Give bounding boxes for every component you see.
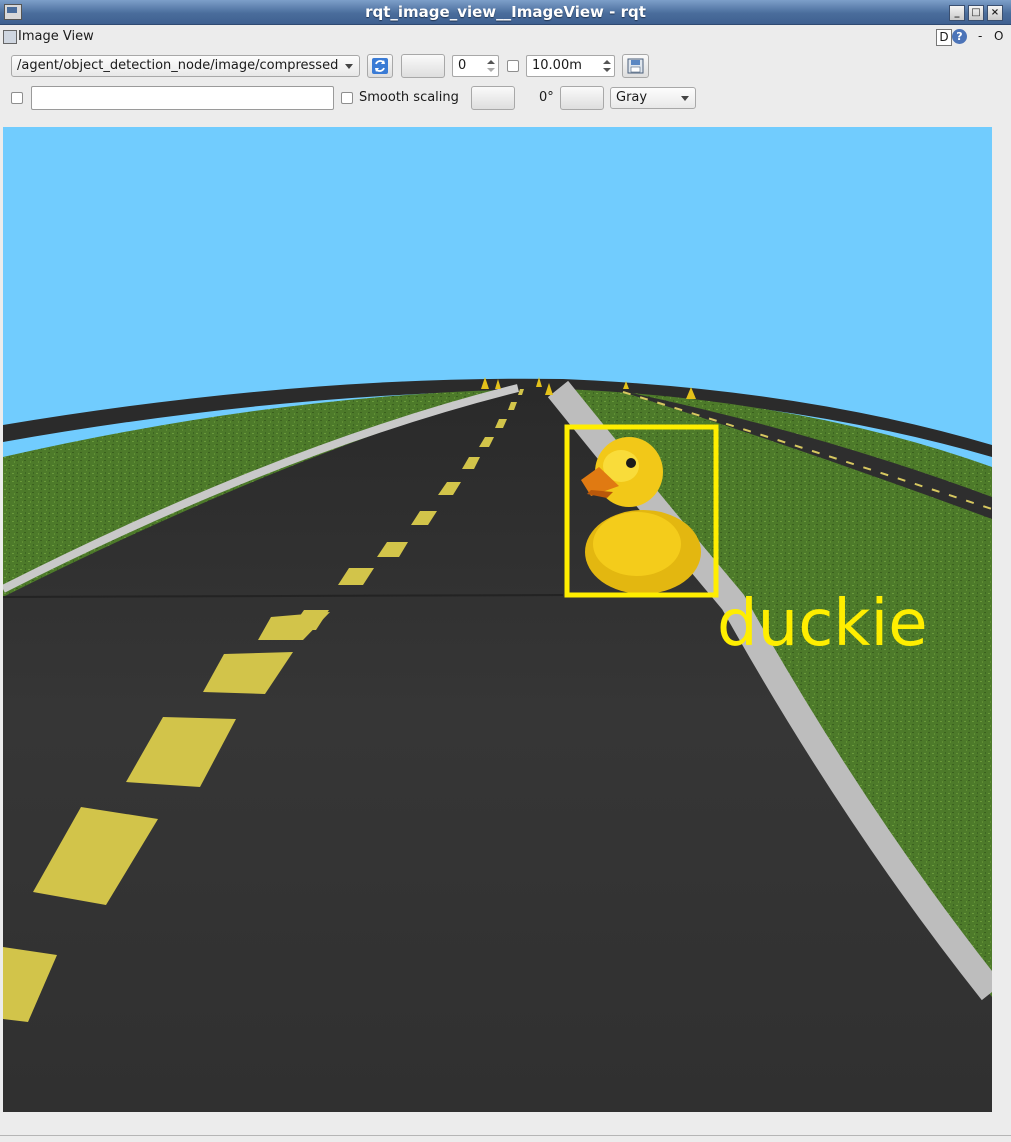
- refresh-icon: [372, 58, 388, 74]
- minimize-button[interactable]: _: [949, 5, 965, 21]
- frame-spinbox[interactable]: 0: [452, 55, 499, 77]
- dock-title: Image View: [18, 29, 94, 44]
- image-view-icon: [3, 30, 17, 44]
- chevron-down-icon: [345, 64, 353, 69]
- color-scheme-select[interactable]: Gray: [610, 87, 696, 109]
- timeout-checkbox[interactable]: [507, 60, 519, 72]
- help-icon[interactable]: ?: [952, 29, 967, 44]
- save-icon: [627, 58, 644, 74]
- dock-header: Image View D ? - O: [0, 26, 1011, 48]
- mouse-publish-checkbox[interactable]: [11, 92, 23, 104]
- topic-select-value: /agent/object_detection_node/image/compr…: [17, 58, 339, 73]
- smooth-scaling-checkbox[interactable]: [341, 92, 353, 104]
- topic-select[interactable]: /agent/object_detection_node/image/compr…: [11, 55, 360, 77]
- window-title: rqt_image_view__ImageView - rqt: [365, 3, 646, 21]
- spin-up-icon[interactable]: [603, 60, 611, 64]
- image-view[interactable]: duckie: [3, 127, 992, 1112]
- window-titlebar[interactable]: rqt_image_view__ImageView - rqt _ □ ×: [0, 0, 1011, 25]
- dock-d-button[interactable]: D: [936, 29, 952, 46]
- mouse-topic-input[interactable]: [31, 86, 334, 110]
- zoom-button[interactable]: [401, 54, 445, 78]
- spin-down-icon[interactable]: [487, 68, 495, 72]
- rotation-value: 0°: [539, 90, 554, 105]
- rotate-right-button[interactable]: [560, 86, 604, 110]
- refresh-button[interactable]: [367, 54, 393, 78]
- camera-image: duckie: [3, 127, 992, 1112]
- color-scheme-value: Gray: [616, 90, 648, 105]
- save-image-button[interactable]: [622, 54, 649, 78]
- maximize-button[interactable]: □: [968, 5, 984, 21]
- close-button[interactable]: ×: [987, 5, 1003, 21]
- detection-label: duckie: [717, 587, 928, 661]
- chevron-down-icon: [681, 96, 689, 101]
- spin-down-icon[interactable]: [603, 68, 611, 72]
- frame-spinbox-value: 0: [458, 58, 467, 73]
- spin-up-icon[interactable]: [487, 60, 495, 64]
- smooth-scaling-label: Smooth scaling: [359, 90, 459, 105]
- dock-close-button[interactable]: -: [978, 29, 982, 43]
- timeout-spinbox-value: 10.00m: [532, 58, 582, 73]
- dock-float-button[interactable]: O: [994, 29, 1003, 43]
- timeout-spinbox[interactable]: 10.00m: [526, 55, 615, 77]
- rotate-left-button[interactable]: [471, 86, 515, 110]
